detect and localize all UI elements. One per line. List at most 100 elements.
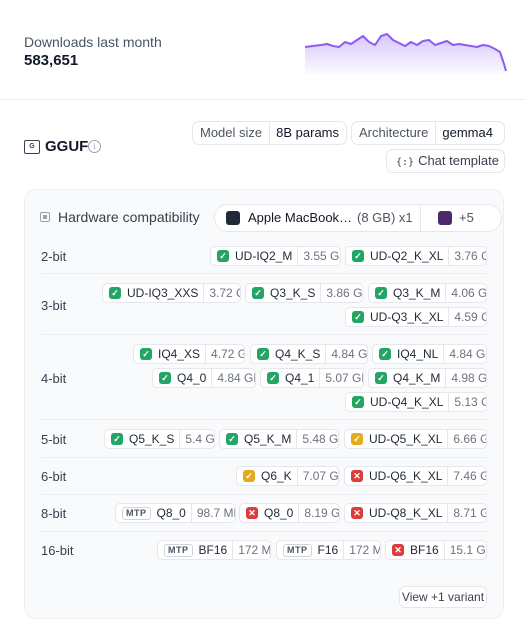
- quant-file-badge[interactable]: ✕ BF16 15.1 GB: [385, 540, 487, 560]
- incompatible-icon: ✕: [392, 544, 404, 556]
- quant-size: 4.84 GB: [325, 345, 367, 363]
- row-label: 16-bit: [41, 543, 74, 558]
- quant-file-badge[interactable]: ✓ UD-Q4_K_XL 5.13 GB: [345, 392, 487, 412]
- incompatible-icon: ✕: [351, 507, 363, 519]
- row-label: 8-bit: [41, 506, 67, 521]
- quant-size: 8.19 GB: [298, 504, 339, 522]
- row-label: 6-bit: [41, 469, 67, 484]
- quant-size: 6.66 GB: [447, 430, 486, 448]
- quant-name: Q6_K: [261, 469, 292, 483]
- quant-name: Q4_K_M: [393, 371, 441, 385]
- compatible-check-icon: ✓: [375, 372, 387, 384]
- quant-name: UD-Q4_K_XL: [370, 395, 444, 409]
- more-hardware-button[interactable]: +5: [459, 210, 474, 225]
- quant-file-badge[interactable]: ✓ Q5_K_S 5.4 GB: [104, 429, 215, 449]
- apple-icon: [226, 211, 240, 225]
- compatible-check-icon: ✓: [352, 250, 364, 262]
- row-label: 2-bit: [41, 249, 67, 264]
- compatible-check-icon: ✓: [109, 287, 121, 299]
- quant-size: 3.72 GB: [203, 284, 240, 302]
- downloads-sparkline: [305, 33, 507, 74]
- quant-file-badge[interactable]: ✓ IQ4_XS 4.72 GB: [133, 344, 245, 364]
- quant-size: 7.07 GB: [296, 467, 338, 485]
- quant-size: 5.4 GB: [179, 430, 214, 448]
- quant-name: UD-Q2_K_XL: [370, 249, 444, 263]
- quant-name: Q8_0: [156, 506, 186, 520]
- quant-name: UD-Q3_K_XL: [370, 310, 444, 324]
- quant-size: 172 MB: [343, 541, 380, 559]
- quant-file-badge[interactable]: ✓ UD-IQ2_M 3.55 GB: [210, 246, 341, 266]
- quant-name: Q4_K_S: [275, 347, 321, 361]
- row-label: 4-bit: [41, 371, 67, 386]
- mtp-tag: MTP: [164, 543, 193, 557]
- quant-file-badge[interactable]: ✓ Q6_K 7.07 GB: [236, 466, 339, 486]
- warning-check-icon: ✓: [351, 433, 363, 445]
- compatible-check-icon: ✓: [252, 287, 264, 299]
- quant-size: 4.98 GB: [445, 369, 486, 387]
- compatible-check-icon: ✓: [226, 433, 238, 445]
- gguf-title: GGUF: [45, 138, 89, 155]
- apple-icon: [438, 211, 452, 225]
- quant-size: 5.07 GB: [319, 369, 363, 387]
- quant-size: 8.71 GB: [447, 504, 486, 522]
- quant-name: F16: [317, 543, 339, 557]
- quant-name: BF16: [198, 543, 228, 557]
- quant-file-badge[interactable]: ✓ UD-IQ3_XXS 3.72 GB: [102, 283, 241, 303]
- hardware-title: Hardware compatibility: [58, 209, 200, 225]
- quant-file-badge[interactable]: MTP BF16 172 MB: [157, 540, 271, 560]
- quant-file-badge[interactable]: ✓ Q3_K_S 3.86 GB: [245, 283, 363, 303]
- compatible-check-icon: ✓: [352, 396, 364, 408]
- quant-file-badge[interactable]: ✓ UD-Q5_K_XL 6.66 GB: [344, 429, 487, 449]
- compatible-check-icon: ✓: [352, 311, 364, 323]
- quant-file-badge[interactable]: ✓ Q4_K_M 4.98 GB: [368, 368, 487, 388]
- quant-file-badge[interactable]: ✓ Q3_K_M 4.06 GB: [368, 283, 487, 303]
- row-divider: [41, 531, 487, 532]
- incompatible-icon: ✕: [351, 470, 363, 482]
- incompatible-icon: ✕: [246, 507, 258, 519]
- quant-file-badge[interactable]: MTP F16 172 MB: [276, 540, 381, 560]
- quant-size: 4.84 GB: [211, 369, 255, 387]
- quant-name: Q3_K_M: [393, 286, 441, 300]
- quant-size: 5.48 GB: [296, 430, 338, 448]
- quant-file-badge[interactable]: ✕ UD-Q6_K_XL 7.46 GB: [344, 466, 487, 486]
- quant-file-badge[interactable]: ✓ Q4_K_S 4.84 GB: [250, 344, 368, 364]
- compatible-check-icon: ✓: [257, 348, 269, 360]
- mtp-tag: MTP: [283, 543, 312, 557]
- quant-file-badge[interactable]: ✓ UD-Q3_K_XL 4.59 GB: [345, 307, 487, 327]
- quant-size: 4.72 GB: [205, 345, 244, 363]
- quant-file-badge[interactable]: ✓ Q4_1 5.07 GB: [260, 368, 364, 388]
- chip-icon: [40, 212, 50, 222]
- quant-name: UD-Q6_K_XL: [369, 469, 443, 483]
- quant-file-badge[interactable]: MTP Q8_0 98.7 MB: [115, 503, 236, 523]
- quant-size: 3.76 GB: [448, 247, 486, 265]
- quant-name: UD-Q5_K_XL: [369, 432, 443, 446]
- architecture-value: gemma4: [435, 122, 499, 144]
- quant-size: 172 MB: [232, 541, 270, 559]
- mtp-tag: MTP: [122, 506, 151, 520]
- downloads-label: Downloads last month: [24, 34, 162, 50]
- quant-file-badge[interactable]: ✕ Q8_0 8.19 GB: [239, 503, 340, 523]
- quant-name: IQ4_NL: [397, 347, 439, 361]
- selector-divider: [420, 205, 421, 231]
- quant-file-badge[interactable]: ✓ UD-Q2_K_XL 3.76 GB: [345, 246, 487, 266]
- info-icon[interactable]: i: [88, 140, 101, 153]
- compatible-check-icon: ✓: [375, 287, 387, 299]
- quant-file-badge[interactable]: ✓ IQ4_NL 4.84 GB: [372, 344, 487, 364]
- quant-file-badge[interactable]: ✓ Q5_K_M 5.48 GB: [219, 429, 339, 449]
- chat-template-button[interactable]: {:} Chat template: [386, 149, 505, 173]
- quant-name: IQ4_XS: [158, 347, 201, 361]
- quant-file-badge[interactable]: ✓ Q4_0 4.84 GB: [152, 368, 256, 388]
- model-size-property: Model size 8B params: [192, 121, 347, 145]
- section-divider: [0, 99, 525, 100]
- hardware-memory: (8 GB) x1: [357, 210, 413, 225]
- quant-size: 15.1 GB: [443, 541, 486, 559]
- quant-file-badge[interactable]: ✕ UD-Q8_K_XL 8.71 GB: [344, 503, 487, 523]
- view-more-variants-button[interactable]: View +1 variant: [399, 586, 487, 608]
- architecture-label: Architecture: [359, 125, 429, 140]
- quant-name: Q4_1: [285, 371, 315, 385]
- model-size-value: 8B params: [269, 122, 346, 144]
- compatible-check-icon: ✓: [111, 433, 123, 445]
- hardware-device[interactable]: Apple MacBook…: [248, 210, 352, 225]
- row-divider: [41, 334, 487, 335]
- quant-size: 4.59 GB: [448, 308, 486, 326]
